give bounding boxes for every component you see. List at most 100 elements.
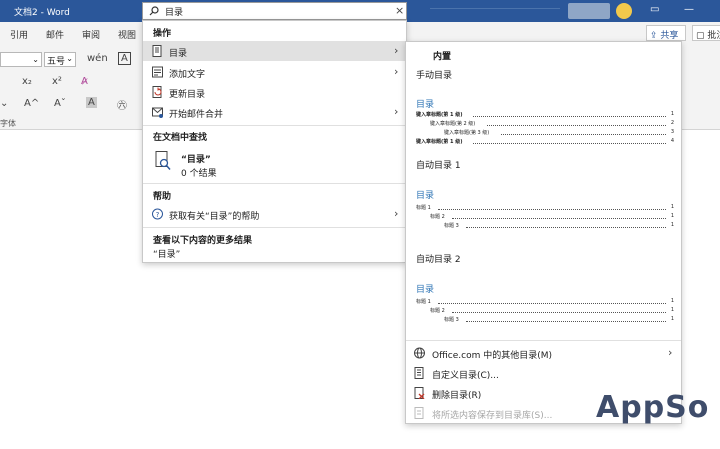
- toc-line-leader: [465, 321, 666, 322]
- add-text-icon: [152, 66, 163, 78]
- watermark-logo: AppSo: [596, 390, 710, 425]
- toc-line-leader: [437, 209, 666, 210]
- lightbulb-icon[interactable]: [616, 3, 632, 19]
- toc-line-page: 1: [670, 213, 674, 219]
- toc-preview-title: 目录: [416, 100, 435, 110]
- update-toc-icon: [152, 86, 162, 98]
- auto-toc-2-option[interactable]: 自动目录 2 目录 标题 1 1 标题 2 1 标题 3 1: [406, 248, 681, 332]
- toc-preview-title: 目录: [416, 285, 435, 295]
- divider: [143, 227, 406, 228]
- phonetic-guide-icon[interactable]: wén: [87, 53, 108, 64]
- custom-toc-item[interactable]: 自定义目录(C)...: [406, 363, 681, 383]
- toc-line-text: 键入章标题(第 1 级): [416, 112, 463, 118]
- character-border-icon[interactable]: A: [118, 52, 131, 65]
- toc-line-leader: [500, 134, 666, 135]
- footer-label: Office.com 中的其他目录(M): [432, 351, 553, 361]
- toc-line-text: 键入章标题(第 2 级): [430, 121, 476, 127]
- window-title: 文档2 - Word: [14, 8, 70, 18]
- font-size-select[interactable]: 五号 ⌄: [44, 52, 76, 67]
- find-header: 在文档中查找: [153, 133, 208, 143]
- subscript-icon[interactable]: x₂: [22, 76, 32, 87]
- title-decoration: [430, 8, 560, 14]
- close-icon[interactable]: ×: [395, 4, 404, 17]
- toc-line-leader: [472, 143, 666, 144]
- comment-button[interactable]: ▢ 批注: [692, 25, 720, 41]
- toc-line-leader: [451, 218, 666, 219]
- toc-line-text: 标题 3: [444, 317, 459, 323]
- action-update-toc[interactable]: 更新目录: [143, 82, 406, 102]
- help-item[interactable]: ? 获取有关“目录”的帮助 ›: [143, 204, 406, 224]
- toc-line-text: 键入章标题(第 1 级): [416, 139, 463, 145]
- grow-font-icon[interactable]: A^: [24, 98, 39, 109]
- font-size-value: 五号: [47, 57, 66, 67]
- toc-preview-line: 键入章标题(第 3 级) 3: [444, 128, 674, 137]
- mail-merge-icon: [152, 107, 163, 118]
- tab-view[interactable]: 视图: [118, 28, 136, 41]
- tab-review[interactable]: 审阅: [82, 28, 100, 41]
- tab-mailings[interactable]: 邮件: [46, 28, 64, 41]
- toc-preview-line: 标题 1 1: [416, 203, 674, 212]
- divider: [143, 183, 406, 184]
- svg-text:?: ?: [156, 211, 160, 219]
- superscript-icon[interactable]: x²: [52, 76, 62, 87]
- toc-line-page: 3: [670, 129, 674, 135]
- help-icon: ?: [152, 208, 163, 220]
- help-label: 获取有关“目录”的帮助: [169, 212, 260, 222]
- chevron-right-icon: ›: [394, 44, 399, 57]
- toc-preview-line: 键入章标题(第 1 级) 4: [416, 137, 674, 146]
- chevron-down-icon[interactable]: ⌄: [0, 98, 8, 109]
- toc-preview-title: 目录: [416, 191, 435, 201]
- share-label: 共享: [660, 31, 679, 41]
- ribbon-display-icon[interactable]: ▭: [650, 4, 659, 15]
- toc-gallery: 内置 手动目录 目录 键入章标题(第 1 级) 1 键入章标题(第 2 级) 2 键入章…: [405, 41, 682, 424]
- divider: [406, 340, 681, 341]
- search-box[interactable]: 目录 ×: [142, 2, 407, 20]
- avatar[interactable]: [568, 3, 610, 19]
- chevron-right-icon: ›: [394, 65, 399, 78]
- text-effects-icon[interactable]: A̷: [81, 76, 88, 87]
- search-input[interactable]: 目录: [165, 5, 183, 18]
- find-term: “目录”: [181, 155, 211, 165]
- toc-line-text: 标题 3: [444, 223, 459, 229]
- enclose-character-icon[interactable]: ㊅: [117, 97, 127, 112]
- minimize-icon[interactable]: —: [684, 4, 694, 15]
- divider: [143, 125, 406, 126]
- document-search-icon: [155, 151, 171, 170]
- toc-preview-line: 键入章标题(第 1 级) 1: [416, 110, 674, 119]
- auto-toc-1-option[interactable]: 自动目录 1 目录 标题 1 1 标题 2 1 标题 3 1: [406, 154, 681, 236]
- find-result[interactable]: “目录” 0 个结果: [143, 145, 406, 179]
- toc-preview-line: 标题 3 1: [444, 221, 674, 230]
- action-mail-merge[interactable]: 开始邮件合并 ›: [143, 102, 406, 122]
- toc-line-text: 标题 1: [416, 299, 431, 305]
- action-add-text[interactable]: 添加文字 ›: [143, 62, 406, 82]
- font-name-select[interactable]: ⌄: [0, 52, 42, 67]
- shrink-font-icon[interactable]: Aˇ: [54, 98, 66, 109]
- action-label: 添加文字: [169, 70, 206, 80]
- toc-line-leader: [486, 125, 666, 126]
- toc-line-page: 1: [670, 111, 674, 117]
- character-shading-icon[interactable]: A: [86, 97, 97, 108]
- chevron-right-icon: ›: [668, 346, 673, 359]
- more-results-term[interactable]: “目录”: [153, 247, 180, 260]
- office-more-toc-item[interactable]: Office.com 中的其他目录(M) ›: [406, 343, 681, 363]
- toc-line-text: 标题 1: [416, 205, 431, 211]
- globe-icon: [414, 347, 425, 359]
- manual-toc-option[interactable]: 手动目录 目录 键入章标题(第 1 级) 1 键入章标题(第 2 级) 2 键入章标题(…: [406, 64, 681, 154]
- action-toc[interactable]: 目录 ›: [143, 41, 406, 61]
- share-button[interactable]: ⇪ 共享: [646, 25, 686, 41]
- toc-line-text: 键入章标题(第 3 级): [444, 130, 490, 136]
- chevron-down-icon: ⌄: [66, 54, 73, 63]
- toc-line-leader: [451, 312, 666, 313]
- chevron-down-icon: ⌄: [32, 55, 39, 64]
- toc-line-page: 1: [670, 204, 674, 210]
- toc-preview-line: 标题 1 1: [416, 297, 674, 306]
- auto-toc-2-label: 自动目录 2: [416, 255, 461, 265]
- action-label: 更新目录: [169, 90, 206, 100]
- builtin-header: 内置: [433, 52, 452, 62]
- chevron-right-icon: ›: [394, 105, 399, 118]
- toc-line-page: 2: [670, 120, 674, 126]
- tab-references[interactable]: 引用: [10, 28, 28, 41]
- toc-preview-line: 键入章标题(第 2 级) 2: [430, 119, 674, 128]
- toc-line-page: 1: [670, 316, 674, 322]
- toc-line-page: 1: [670, 222, 674, 228]
